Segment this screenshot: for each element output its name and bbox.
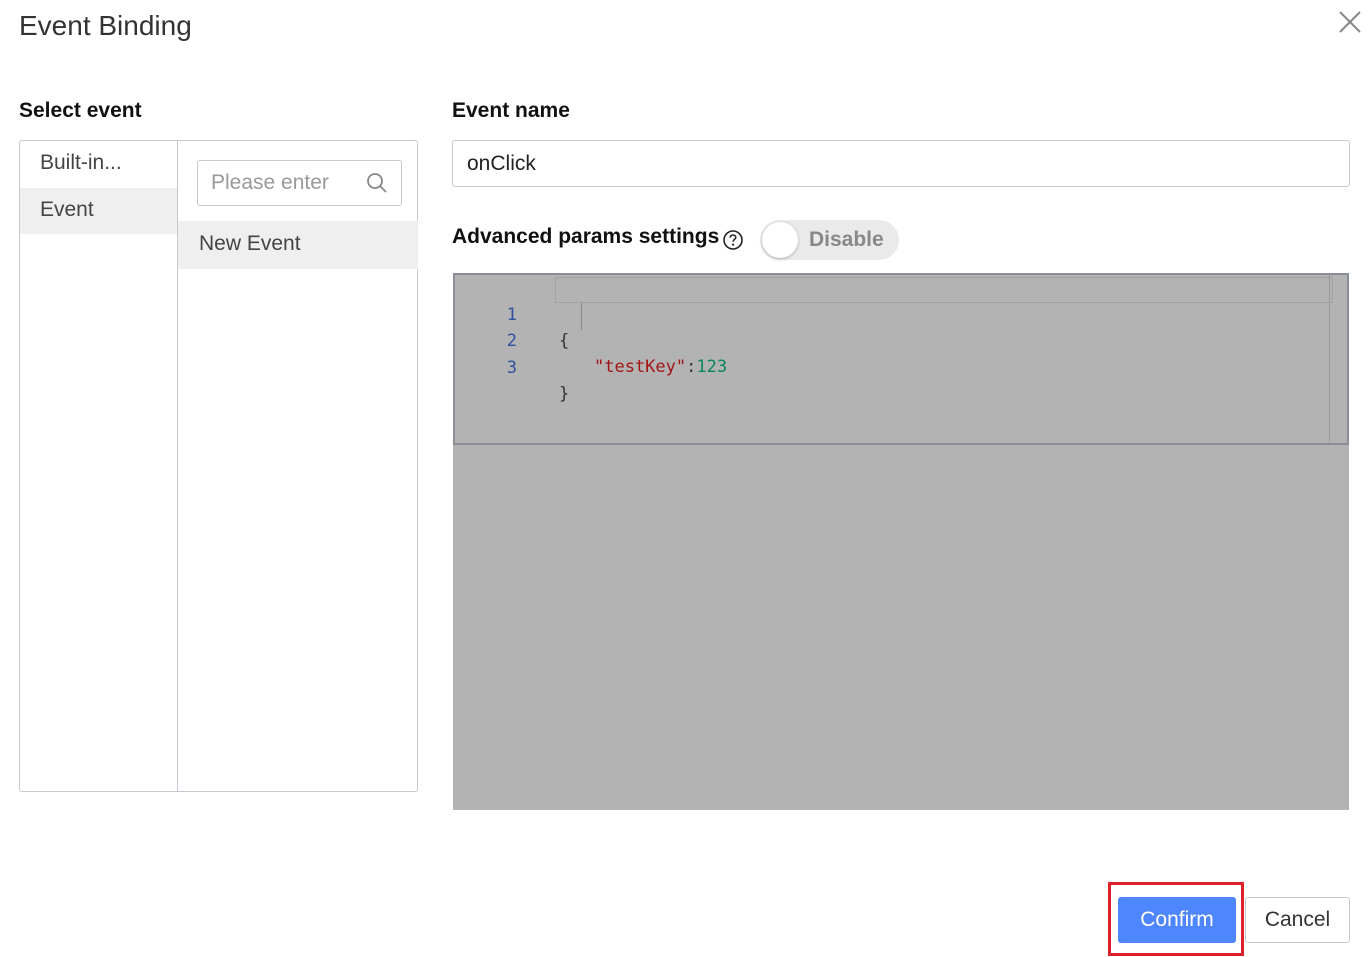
event-name-input[interactable] [452,140,1350,187]
event-name-label: Event name [452,99,570,122]
select-event-label: Select event [19,99,142,122]
event-list-item[interactable]: New Event [178,221,418,269]
category-item-built-in[interactable]: Built-in... [20,141,177,187]
code-text: } [559,384,570,404]
toggle-knob [762,222,798,258]
toggle-label: Disable [809,228,884,251]
code-line: 1 { [455,276,570,351]
cancel-button[interactable]: Cancel [1245,897,1350,943]
json-key: "testKey" [594,357,687,377]
indent-guide [581,303,582,330]
current-line-highlight [555,277,1333,303]
code-text: { [559,331,570,351]
json-entry: "testKey":123 [594,354,727,380]
category-item-event[interactable]: Event [20,188,177,234]
json-value: 123 [696,357,728,377]
event-category-column: Built-in... Event [20,141,178,791]
confirm-button[interactable]: Confirm [1118,897,1236,943]
code-line: 3 } [455,329,570,404]
editor-scrollbar[interactable] [1329,275,1347,443]
code-editor[interactable]: 1 { 2 "testKey":123 3 } [453,273,1349,445]
help-icon[interactable] [722,229,744,251]
search-icon[interactable] [365,171,389,195]
json-colon: : [686,357,697,377]
close-icon[interactable] [1336,8,1364,36]
event-search-input[interactable] [198,161,358,205]
code-editor-overlay: 1 { 2 "testKey":123 3 } [453,273,1349,810]
advanced-params-toggle[interactable]: Disable [760,220,899,260]
line-number: 3 [506,358,517,378]
event-panel: Built-in... Event New Event [19,140,418,792]
event-search-box [197,160,402,206]
dialog-title: Event Binding [19,10,192,41]
code-line: 2 "testKey":123 [455,302,727,377]
advanced-params-label: Advanced params settings [452,225,720,248]
